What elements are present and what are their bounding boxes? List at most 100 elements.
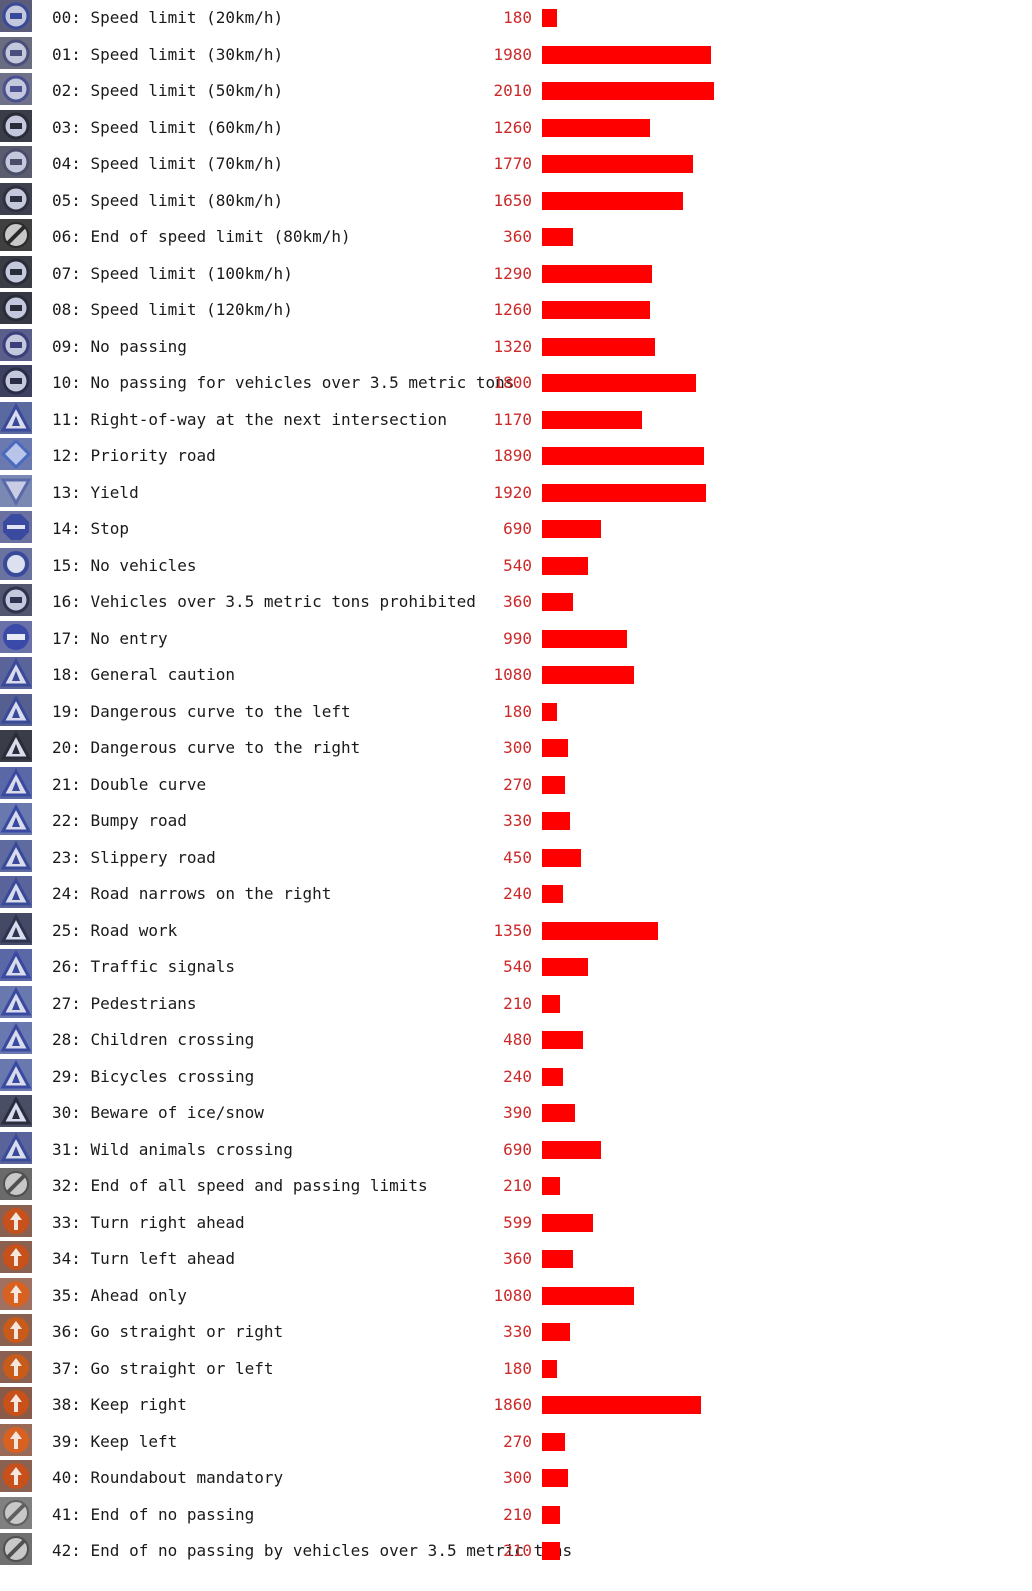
class-row: 14: Stop 690: [0, 511, 1032, 548]
count-label: 1290: [493, 263, 532, 283]
count-bar: [542, 155, 693, 173]
class-row: 31: Wild animals crossing 690: [0, 1131, 1032, 1169]
wild-animals-sign-icon: [0, 1131, 32, 1164]
yield-sign-icon: [0, 474, 32, 507]
class-label: 00: Speed limit (20km/h): [52, 8, 284, 27]
class-row: 41: End of no passing 210: [0, 1496, 1032, 1534]
class-row: 16: Vehicles over 3.5 metric tons prohib…: [0, 584, 1032, 621]
count-label: 360: [503, 227, 532, 246]
turn-right-ahead-sign-icon: [0, 1204, 32, 1237]
class-label: 22: Bumpy road: [52, 811, 187, 830]
curve-right-sign-icon: [0, 730, 32, 762]
class-row: 33: Turn right ahead 599: [0, 1204, 1032, 1242]
count-label: 540: [503, 555, 532, 575]
class-row: 13: Yield 1920: [0, 474, 1032, 512]
class-row: 26: Traffic signals 540: [0, 949, 1032, 986]
count-label: 270: [503, 1431, 532, 1451]
class-label: 29: Bicycles crossing: [52, 1066, 255, 1086]
no-entry-sign-icon: [0, 620, 32, 653]
keep-left-sign-icon: [0, 1423, 32, 1456]
double-curve-sign-icon: [0, 766, 32, 799]
class-row: 39: Keep left 270: [0, 1423, 1032, 1461]
count-bar: [542, 921, 658, 940]
class-row: 02: Speed limit (50km/h) 2010: [0, 73, 1032, 110]
trucks-prohibited-sign-icon: [0, 584, 32, 616]
count-label: 330: [503, 811, 532, 830]
count-bar: [542, 228, 573, 246]
count-label: 690: [503, 519, 532, 538]
count-label: 2010: [493, 81, 532, 100]
count-bar: [542, 629, 627, 648]
bicycles-crossing-sign-icon: [0, 1058, 32, 1091]
count-label: 1320: [493, 336, 532, 356]
count-bar: [542, 1177, 560, 1195]
class-row: 12: Priority road 1890: [0, 438, 1032, 475]
count-bar: [542, 1432, 565, 1451]
class-label: 41: End of no passing: [52, 1504, 255, 1524]
class-row: 29: Bicycles crossing 240: [0, 1058, 1032, 1096]
class-row: 27: Pedestrians 210: [0, 985, 1032, 1023]
class-row: 15: No vehicles 540: [0, 547, 1032, 585]
count-label: 1260: [493, 300, 532, 319]
count-label: 1080: [493, 1285, 532, 1305]
class-label: 38: Keep right: [52, 1395, 187, 1414]
end-speed-limit-80-sign-icon: [0, 219, 32, 251]
count-bar: [542, 1250, 573, 1268]
end-no-passing-sign-icon: [0, 1496, 32, 1529]
class-row: 36: Go straight or right 330: [0, 1314, 1032, 1351]
count-bar: [542, 1286, 634, 1305]
count-bar: [542, 374, 696, 392]
end-all-limits-sign-icon: [0, 1168, 32, 1200]
right-of-way-sign-icon: [0, 401, 32, 434]
class-label: 15: No vehicles: [52, 555, 197, 575]
count-label: 1260: [493, 117, 532, 137]
road-narrows-sign-icon: [0, 876, 32, 908]
class-label: 37: Go straight or left: [52, 1358, 274, 1378]
count-bar: [542, 1104, 575, 1122]
class-row: 00: Speed limit (20km/h) 180: [0, 0, 1032, 37]
count-bar: [542, 1359, 557, 1378]
count-bar: [542, 775, 565, 794]
count-label: 1800: [493, 373, 532, 392]
class-row: 01: Speed limit (30km/h) 1980: [0, 36, 1032, 74]
class-row: 32: End of all speed and passing limits 2…: [0, 1168, 1032, 1205]
count-bar: [542, 1469, 568, 1487]
no-passing-trucks-sign-icon: [0, 365, 32, 397]
count-bar: [542, 410, 642, 429]
count-bar: [542, 666, 634, 684]
class-row: 11: Right-of-way at the next intersectio…: [0, 401, 1032, 439]
road-work-sign-icon: [0, 912, 32, 945]
curve-left-sign-icon: [0, 693, 32, 726]
class-row: 40: Roundabout mandatory 300: [0, 1460, 1032, 1497]
class-label: 28: Children crossing: [52, 1030, 255, 1049]
count-label: 360: [503, 1249, 532, 1268]
class-label: 16: Vehicles over 3.5 metric tons prohib…: [52, 592, 476, 611]
count-label: 1860: [493, 1395, 532, 1414]
class-label: 12: Priority road: [52, 446, 216, 465]
class-label: 06: End of speed limit (80km/h): [52, 227, 351, 246]
bumpy-road-sign-icon: [0, 803, 32, 835]
count-label: 180: [503, 8, 532, 27]
class-row: 24: Road narrows on the right 240: [0, 876, 1032, 913]
class-row: 05: Speed limit (80km/h) 1650: [0, 182, 1032, 220]
count-bar: [542, 118, 650, 137]
count-label: 1770: [493, 154, 532, 173]
class-label: 02: Speed limit (50km/h): [52, 81, 284, 100]
speed-limit-30-sign-icon: [0, 36, 32, 69]
count-bar: [542, 739, 568, 757]
class-label: 01: Speed limit (30km/h): [52, 44, 284, 64]
general-caution-sign-icon: [0, 657, 32, 689]
count-label: 180: [503, 701, 532, 721]
class-row: 35: Ahead only 1080: [0, 1277, 1032, 1315]
count-bar: [542, 520, 601, 538]
count-bar: [542, 1323, 570, 1341]
count-bar: [542, 1213, 593, 1232]
class-label: 09: No passing: [52, 336, 187, 356]
count-label: 450: [503, 847, 532, 867]
count-bar: [542, 447, 704, 465]
class-label: 27: Pedestrians: [52, 993, 197, 1013]
count-bar: [542, 1140, 601, 1159]
count-bar: [542, 483, 706, 502]
count-bar: [542, 1396, 701, 1414]
class-row: 23: Slippery road 450: [0, 839, 1032, 877]
